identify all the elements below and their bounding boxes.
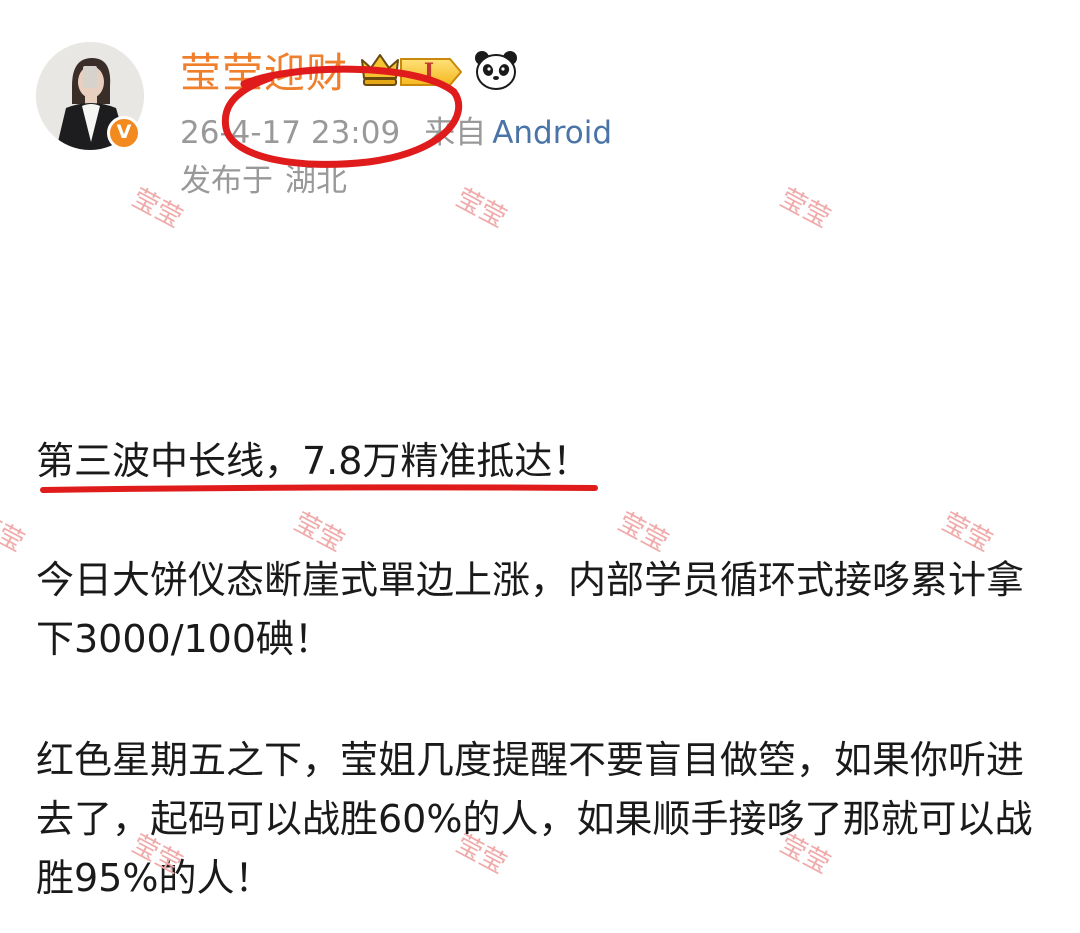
annotation-underline [40,484,598,493]
watermark: 莹莹 [0,507,29,559]
post-paragraph-1: 今日大饼仪态断崖式單边上涨，内部学员循环式接哆累计拿下3000/100碘！ [36,558,1025,661]
source-platform-link[interactable]: Android [492,115,612,151]
watermark: 莹莹 [774,183,835,235]
post-paragraph-2: 红色星期五之下，莹姐几度提醒不要盲目做箜，如果你听进去了，起码可以战胜60%的人… [36,738,1033,900]
post-headline: 第三波中长线，7.8万精准抵达！ [36,439,591,483]
panda-icon [475,51,517,90]
verified-badge: V [107,116,141,150]
annotation-circle [221,65,463,168]
watermark: 莹莹 [450,183,511,235]
